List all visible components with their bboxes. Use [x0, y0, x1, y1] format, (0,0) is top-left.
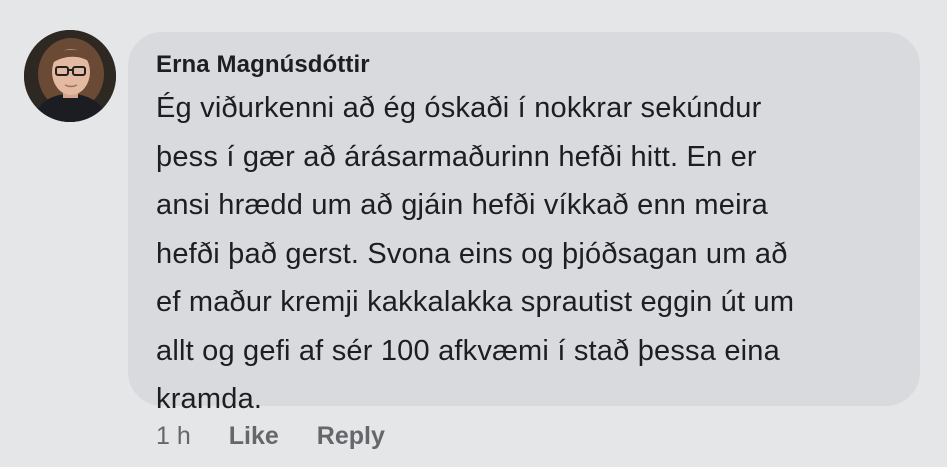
comment-text-line: þess í gær að árásarmaðurinn hefði hitt.…: [156, 140, 757, 173]
comment-text-line: allt og gefi af sér 100 afkvæmi í stað þ…: [156, 334, 780, 367]
profile-photo-icon: [24, 30, 116, 122]
comment-bubble: Erna Magnúsdóttir Ég viðurkenni að ég ós…: [128, 32, 920, 415]
comment-text-line: ef maður kremji kakkalakka sprautist egg…: [156, 286, 795, 318]
comment-text-line: Ég viðurkenni að ég óskaði í nokkrar sek…: [156, 92, 762, 124]
comment-text-line: kramda.: [156, 383, 263, 415]
reply-button[interactable]: Reply: [317, 422, 385, 451]
comment-author-name[interactable]: Erna Magnúsdóttir: [156, 50, 896, 80]
comment-text: Ég viðurkenni að ég óskaði í nokkrar sek…: [156, 84, 896, 424]
comment-actions: 1 h Like Reply: [156, 418, 423, 454]
avatar[interactable]: [24, 30, 116, 122]
comment-text-line: hefði það gerst. Svona eins og þjóðsagan…: [156, 237, 788, 270]
comment-text-line: ansi hrædd um að gjáin hefði víkkað enn …: [156, 189, 768, 221]
comment-timestamp[interactable]: 1 h: [156, 422, 191, 451]
like-button[interactable]: Like: [229, 422, 279, 451]
